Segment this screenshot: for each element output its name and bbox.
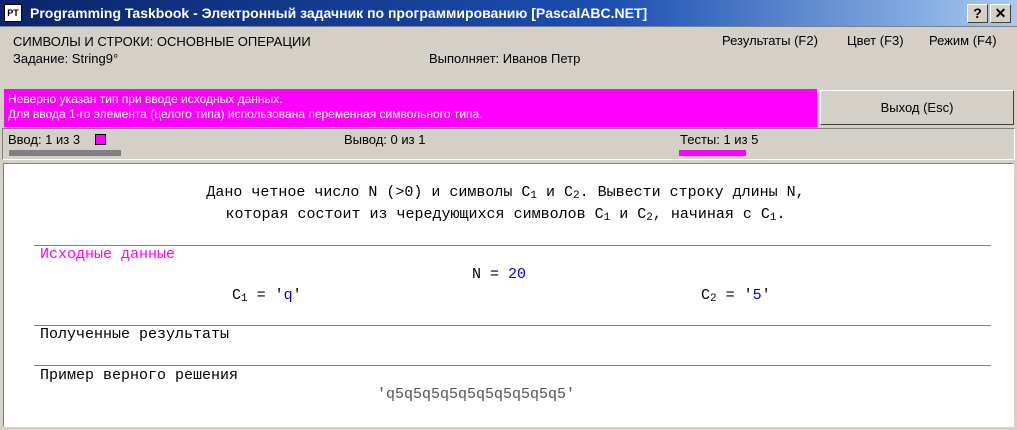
performer-label: Выполняет: Иванов Петр bbox=[429, 51, 581, 66]
input-c1: C1 = 'q' bbox=[232, 287, 302, 305]
output-status: Вывод: 0 из 1 bbox=[344, 132, 426, 147]
input-n: N = 20 bbox=[472, 266, 527, 283]
close-button[interactable]: ✕ bbox=[990, 4, 1011, 23]
input-c2: C2 = '5' bbox=[701, 287, 771, 305]
help-button[interactable]: ? bbox=[967, 4, 988, 23]
results-section-title: Полученные результаты bbox=[40, 326, 230, 343]
task-panel: Дано четное число N (>0) и символы C1 и … bbox=[3, 163, 1014, 427]
error-message: Неверно указан тип при вводе исходных да… bbox=[4, 89, 817, 127]
example-value: 'q5q5q5q5q5q5q5q5q5q5' bbox=[377, 386, 576, 403]
input-status: Ввод: 1 из 3 bbox=[8, 132, 81, 147]
title-bar: PT Programming Taskbook - Электронный за… bbox=[0, 0, 1017, 27]
status-panel: Ввод: 1 из 3 Вывод: 0 из 1 Тесты: 1 из 5 bbox=[2, 128, 1015, 160]
tests-status: Тесты: 1 из 5 bbox=[680, 132, 759, 147]
mode-menu[interactable]: Режим (F4) bbox=[929, 33, 997, 48]
input-status-swatch bbox=[95, 134, 106, 145]
separator-example bbox=[34, 365, 991, 366]
app-icon: PT bbox=[4, 4, 22, 22]
color-menu[interactable]: Цвет (F3) bbox=[847, 33, 904, 48]
window-title: Programming Taskbook - Электронный задач… bbox=[30, 5, 648, 21]
group-title: СИМВОЛЫ И СТРОКИ: ОСНОВНЫЕ ОПЕРАЦИИ bbox=[13, 34, 311, 49]
error-line-2: Для ввода 1-го элемента (целого типа) ис… bbox=[8, 107, 483, 121]
task-text-line-2: которая состоит из чередующихся символов… bbox=[225, 206, 786, 224]
results-menu[interactable]: Результаты (F2) bbox=[722, 33, 818, 48]
task-label: Задание: String9° bbox=[13, 51, 119, 66]
tests-progress-bar bbox=[679, 150, 746, 156]
error-line-1: Неверно указан тип при вводе исходных да… bbox=[8, 92, 283, 106]
input-progress-bar bbox=[9, 150, 121, 156]
input-section-title: Исходные данные bbox=[40, 246, 176, 263]
task-text-line-1: Дано четное число N (>0) и символы C1 и … bbox=[206, 184, 805, 202]
exit-button[interactable]: Выход (Esc) bbox=[820, 90, 1014, 125]
example-section-title: Пример верного решения bbox=[40, 367, 239, 384]
separator-input bbox=[34, 245, 991, 246]
task-header: СИМВОЛЫ И СТРОКИ: ОСНОВНЫЕ ОПЕРАЦИИ Зада… bbox=[0, 28, 1017, 87]
